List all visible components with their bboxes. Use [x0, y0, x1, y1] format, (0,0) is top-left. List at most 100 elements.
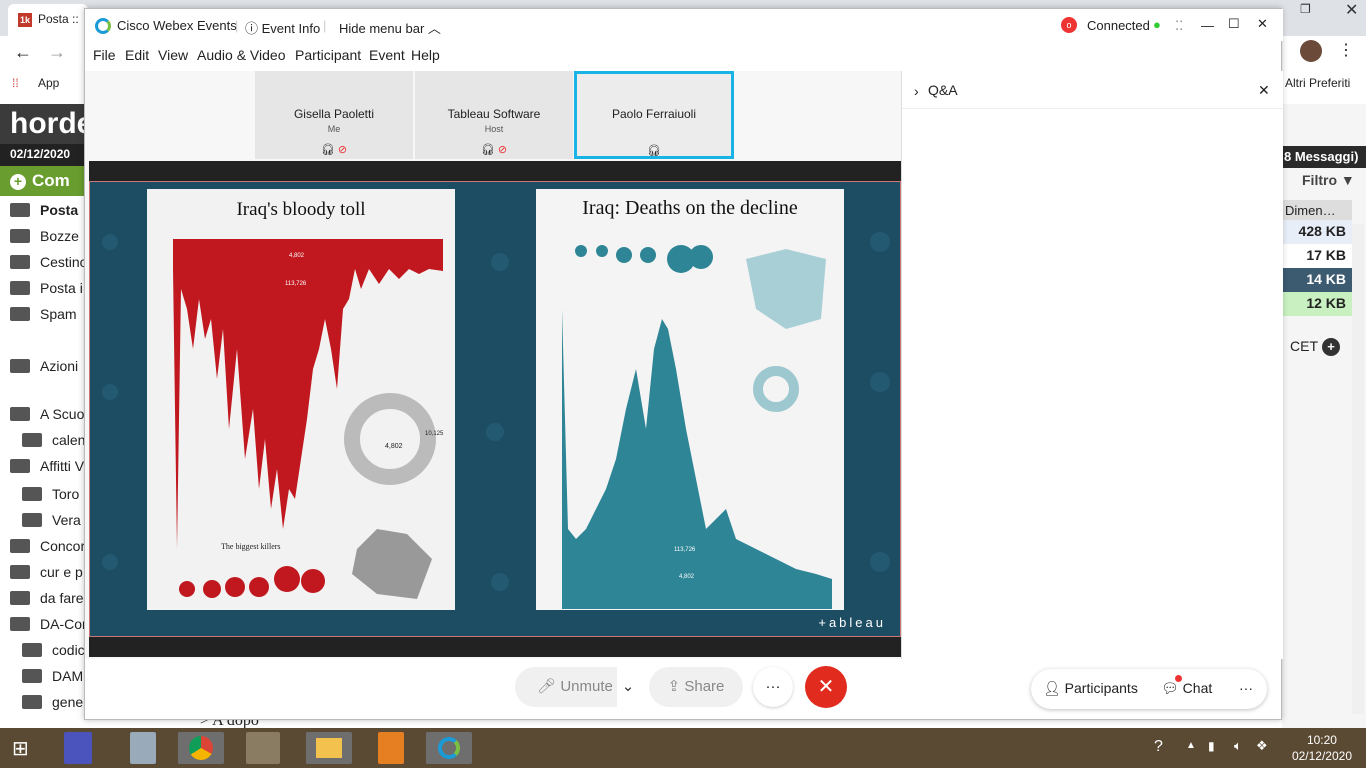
- chevron-up-icon: ︿: [427, 21, 441, 36]
- compose-button[interactable]: + Com: [0, 166, 88, 196]
- folder-item[interactable]: Cestino: [10, 254, 87, 270]
- message-count: 8 Messaggi): [1282, 146, 1366, 168]
- folder-item[interactable]: DA-Con: [10, 616, 90, 632]
- folder-item[interactable]: Toro: [22, 486, 79, 502]
- poster-iraqs-bloody-toll: Iraq's bloody toll 4,802 113,726 4,802 1…: [147, 189, 455, 610]
- folder-item[interactable]: codic: [22, 642, 85, 658]
- menu-edit[interactable]: Edit: [125, 47, 149, 63]
- add-icon[interactable]: +: [1322, 338, 1340, 356]
- participant-card[interactable]: Gisella Paoletti Me 🎧︎ ⊘: [255, 71, 413, 159]
- status-dot-icon: ●: [1153, 17, 1161, 32]
- folder-item[interactable]: da fare: [10, 590, 84, 606]
- folder-item[interactable]: gener: [22, 694, 88, 710]
- volume-icon[interactable]: 🔈︎: [1234, 738, 1242, 754]
- participant-card[interactable]: Tableau Software Host 🎧︎ ⊘: [415, 71, 573, 159]
- forward-icon[interactable]: →: [48, 42, 66, 63]
- folder-item[interactable]: Bozze: [10, 228, 79, 244]
- chevron-up-icon[interactable]: ▲: [1186, 740, 1196, 751]
- horde-favicon: 1k: [18, 13, 32, 27]
- poster-deaths-on-the-decline: Iraq: Deaths on the decline 113,726 4,80…: [536, 189, 844, 610]
- divider: |: [235, 18, 239, 33]
- audio-options-dropdown[interactable]: ⌄: [617, 667, 639, 707]
- poster2-title: Iraq: Deaths on the decline: [582, 197, 798, 219]
- clock[interactable]: 10:20 02/12/2020: [1292, 732, 1352, 764]
- folder-item[interactable]: Concor: [10, 538, 85, 554]
- chrome-icon[interactable]: [178, 732, 224, 764]
- help-icon[interactable]: ?: [1154, 738, 1163, 756]
- message-size: 14 KB: [1282, 268, 1352, 292]
- poster2-stat: 4,802: [679, 574, 695, 580]
- vlc-icon[interactable]: [378, 732, 404, 764]
- windows-taskbar: ⊞ ? ▲ ▮ 🔈︎ ❖ 10:20 02/12/2020: [0, 728, 1366, 768]
- menu-event[interactable]: Event: [369, 47, 405, 63]
- dropbox-icon[interactable]: ❖: [1256, 738, 1268, 754]
- poster1-stat: 4,802: [385, 443, 403, 450]
- bookmark-apps[interactable]: App: [38, 76, 59, 90]
- person-icon: 👤︎: [1043, 680, 1061, 696]
- poster1-stat: 113,726: [285, 281, 307, 287]
- headset-icon: 🎧︎: [320, 144, 335, 156]
- folder-item[interactable]: Azioni: [10, 358, 78, 374]
- folder-item[interactable]: Vera: [22, 512, 81, 528]
- panel-more-button[interactable]: ···: [1239, 680, 1253, 696]
- chat-button[interactable]: 💬︎ Chat: [1161, 680, 1212, 697]
- close-panel-button[interactable]: ✕: [1258, 82, 1270, 99]
- folder-item[interactable]: calen: [22, 432, 85, 448]
- restore-icon[interactable]: ❐: [1300, 2, 1311, 16]
- event-info-button[interactable]: ⓘ Event Info: [245, 18, 320, 37]
- close-icon[interactable]: ✕: [1345, 0, 1358, 20]
- file-explorer-icon[interactable]: [306, 732, 352, 764]
- app-icon[interactable]: [130, 732, 156, 764]
- folder-item[interactable]: Posta i: [10, 280, 83, 296]
- record-icon[interactable]: o: [1061, 17, 1077, 33]
- menu-help[interactable]: Help: [411, 47, 440, 63]
- qa-panel: › Q&A ✕: [901, 71, 1284, 659]
- participant-card-active[interactable]: Paolo Ferraiuoli 🎧︎: [574, 71, 734, 159]
- leave-button[interactable]: ✕: [805, 666, 847, 708]
- avatar[interactable]: [1300, 40, 1322, 62]
- teams-icon[interactable]: [64, 732, 92, 764]
- poster1-subtitle: The biggest killers: [221, 542, 281, 551]
- chat-icon: 💬︎: [1161, 680, 1179, 696]
- filter-button[interactable]: Filtro ▼: [1302, 172, 1355, 188]
- battery-icon: ▮: [1208, 739, 1215, 753]
- share-button[interactable]: ⇪ Share: [649, 667, 743, 707]
- folder-item[interactable]: Posta: [10, 202, 78, 218]
- participants-button[interactable]: 👤︎ Participants: [1043, 680, 1138, 697]
- close-button[interactable]: ✕: [1257, 16, 1268, 32]
- menu-icon[interactable]: ⋮: [1338, 40, 1354, 60]
- poster1-stat: 10,125: [425, 431, 444, 437]
- paint-icon[interactable]: [246, 732, 280, 764]
- menu-view[interactable]: View: [158, 47, 188, 63]
- plus-icon: +: [10, 174, 26, 190]
- bookmark-other[interactable]: Altri Preferiti: [1285, 76, 1350, 90]
- poster1-title: Iraq's bloody toll: [236, 199, 366, 220]
- menu-participant[interactable]: Participant: [295, 47, 361, 63]
- back-icon[interactable]: ←: [14, 42, 32, 63]
- horde-logo: horde: [10, 107, 94, 140]
- more-options-button[interactable]: ···: [753, 667, 793, 707]
- hide-menu-button[interactable]: Hide menu bar ︿: [339, 18, 441, 37]
- folder-item[interactable]: cur e p: [10, 564, 83, 580]
- folder-item[interactable]: Spam: [10, 306, 77, 322]
- panel-buttons: 👤︎ Participants 💬︎ Chat ···: [1031, 669, 1267, 709]
- size-column-header[interactable]: Dimen…: [1282, 200, 1352, 221]
- meeting-stage: Gisella Paoletti Me 🎧︎ ⊘ Tableau Softwar…: [85, 71, 901, 659]
- folder-item[interactable]: Affitti V: [10, 458, 84, 474]
- webex-taskbar-icon[interactable]: [426, 732, 472, 764]
- apps-icon: ⁞⁞: [12, 76, 19, 90]
- menu-audio-video[interactable]: Audio & Video: [197, 47, 285, 63]
- chevron-right-icon[interactable]: ›: [914, 83, 919, 99]
- horde-date: 02/12/2020: [0, 144, 88, 166]
- shared-content: Iraq's bloody toll 4,802 113,726 4,802 1…: [89, 181, 901, 637]
- mic-icon: 🎤︎: [537, 678, 557, 695]
- folder-item[interactable]: DAM: [22, 668, 83, 684]
- windows-start-icon[interactable]: ⊞: [12, 736, 29, 761]
- minimize-button[interactable]: —: [1201, 18, 1214, 33]
- maximize-button[interactable]: ☐: [1228, 16, 1240, 32]
- menu-file[interactable]: File: [93, 47, 116, 63]
- browser-tab[interactable]: 1k Posta ::: [8, 4, 88, 36]
- poster2-stat: 113,726: [674, 547, 696, 553]
- folder-item[interactable]: A Scuo: [10, 406, 84, 422]
- scrollbar[interactable]: [1352, 224, 1364, 714]
